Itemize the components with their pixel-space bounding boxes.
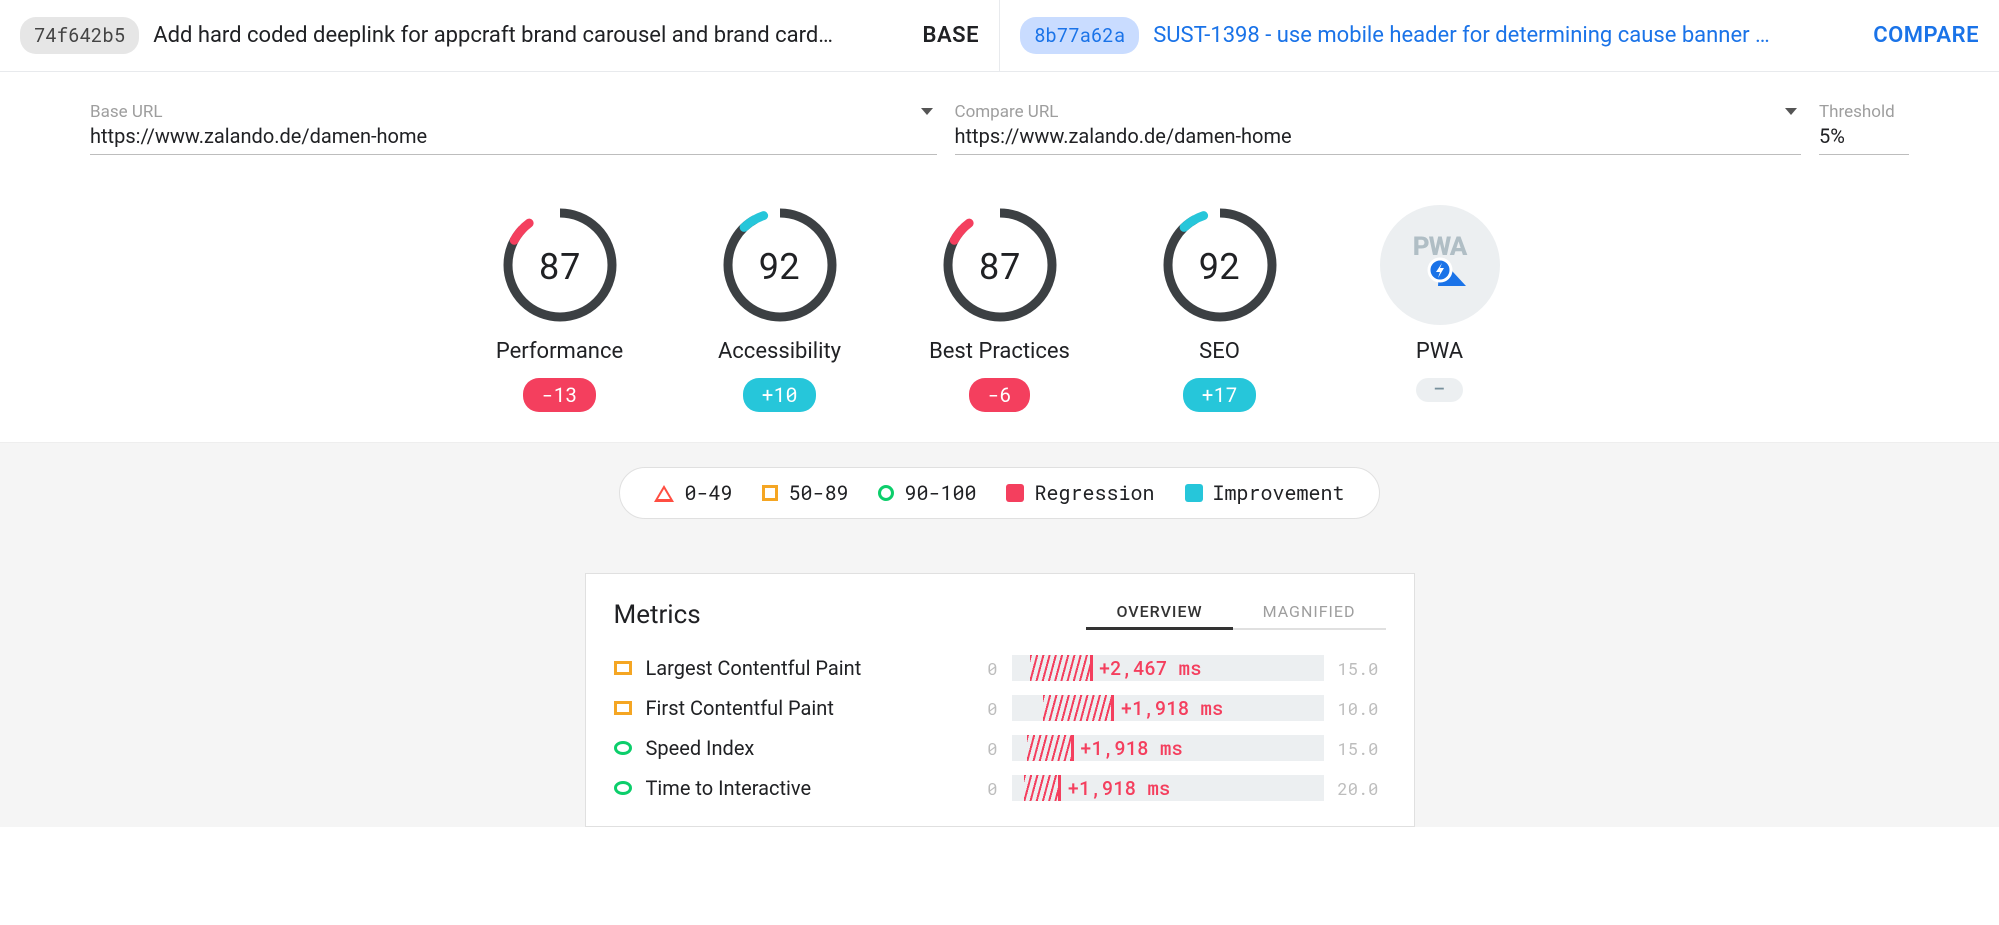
threshold-value: 5% [1819, 124, 1909, 148]
metric-min: 0 [950, 657, 998, 680]
tab-overview[interactable]: OVERVIEW [1086, 596, 1232, 630]
base-url-label: Base URL [90, 102, 937, 122]
gauge-delta: +17 [1183, 378, 1255, 412]
base-url-select[interactable]: Base URL https://www.zalando.de/damen-ho… [90, 102, 937, 155]
legend-low: 0-49 [654, 480, 732, 506]
metric-bar-fill [1024, 775, 1061, 801]
metric-name: Time to Interactive [646, 776, 936, 800]
gauge-score: 87 [940, 205, 1060, 325]
metric-max: 15.0 [1338, 737, 1386, 760]
circle-icon [614, 781, 632, 795]
threshold-label: Threshold [1819, 102, 1909, 122]
metric-min: 0 [950, 737, 998, 760]
commit-bar: 74f642b5 Add hard coded deeplink for app… [0, 0, 1999, 72]
gauge-performance: 87 Performance -13 [485, 205, 635, 412]
compare-sha-chip: 8b77a62a [1020, 17, 1139, 54]
metric-delta: +2,467 ms [1099, 655, 1202, 681]
gauge-score: 87 [500, 205, 620, 325]
circle-icon [878, 485, 894, 501]
base-sha-chip: 74f642b5 [20, 17, 139, 54]
gauge-ring: 92 [1160, 205, 1280, 325]
gauge-name: SEO [1145, 339, 1295, 364]
metric-bar-fill [1030, 655, 1092, 681]
base-commit-title: Add hard coded deeplink for appcraft bra… [153, 23, 908, 48]
tab-magnified[interactable]: MAGNIFIED [1233, 596, 1386, 630]
gauge-score: 92 [720, 205, 840, 325]
gauge-ring: 87 [940, 205, 1060, 325]
metrics-heading: Metrics [614, 600, 701, 630]
legend-regression: Regression [1006, 480, 1154, 506]
gauge-name: PWA [1365, 339, 1515, 364]
gauge-seo: 92 SEO +17 [1145, 205, 1295, 412]
score-gauges-row: 87 Performance -13 92 Accessibility +10 87… [0, 205, 1999, 412]
metric-row: Largest Contentful Paint 0 +2,467 ms 15.0 [614, 648, 1386, 688]
metric-bar: +2,467 ms [1012, 655, 1324, 681]
metric-min: 0 [950, 697, 998, 720]
chevron-down-icon [1785, 108, 1797, 115]
url-controls: Base URL https://www.zalando.de/damen-ho… [0, 72, 1999, 165]
gauge-best-practices: 87 Best Practices -6 [925, 205, 1075, 412]
gauge-delta: +10 [743, 378, 815, 412]
legend-improvement: Improvement [1185, 480, 1345, 506]
gauge-delta: -13 [523, 378, 595, 412]
metric-row: Time to Interactive 0 +1,918 ms 20.0 [614, 768, 1386, 808]
metric-rows: Largest Contentful Paint 0 +2,467 ms 15.0 Fi… [614, 648, 1386, 808]
compare-role-label[interactable]: COMPARE [1873, 23, 1979, 48]
metric-bar: +1,918 ms [1012, 695, 1324, 721]
metric-row: Speed Index 0 +1,918 ms 15.0 [614, 728, 1386, 768]
metric-max: 20.0 [1338, 777, 1386, 800]
metric-delta: +1,918 ms [1080, 735, 1183, 761]
metric-bar-fill [1027, 735, 1074, 761]
chevron-down-icon [921, 108, 933, 115]
square-icon [614, 661, 632, 675]
metric-bar-fill [1043, 695, 1115, 721]
legend-bar: 0-49 50-89 90-100 Regression Improvement [0, 442, 1999, 543]
metrics-tabs: OVERVIEW MAGNIFIED [1086, 596, 1385, 630]
gauge-ring: 87 [500, 205, 620, 325]
lighthouse-bolt-icon [1410, 238, 1470, 298]
square-icon [762, 485, 778, 501]
legend: 0-49 50-89 90-100 Regression Improvement [619, 467, 1379, 519]
metric-delta: +1,918 ms [1121, 695, 1224, 721]
metrics-panel: Metrics OVERVIEW MAGNIFIED Largest Conte… [585, 573, 1415, 827]
metric-name: First Contentful Paint [646, 696, 936, 720]
metric-row: First Contentful Paint 0 +1,918 ms 10.0 [614, 688, 1386, 728]
legend-mid: 50-89 [762, 480, 848, 506]
gauge-delta: - [1416, 378, 1462, 402]
gauge-delta: -6 [969, 378, 1029, 412]
square-icon [614, 701, 632, 715]
triangle-icon [654, 485, 674, 502]
pwa-badge-icon: PWA [1380, 205, 1500, 325]
regression-swatch-icon [1006, 484, 1024, 502]
metric-bar: +1,918 ms [1012, 735, 1324, 761]
base-role-label: BASE [923, 23, 979, 48]
metric-name: Speed Index [646, 736, 936, 760]
metric-name: Largest Contentful Paint [646, 656, 936, 680]
compare-url-label: Compare URL [955, 102, 1802, 122]
base-commit: 74f642b5 Add hard coded deeplink for app… [0, 0, 999, 71]
metric-delta: +1,918 ms [1068, 775, 1171, 801]
gauge-pwa: PWA PWA - [1365, 205, 1515, 412]
metric-max: 10.0 [1338, 697, 1386, 720]
metric-min: 0 [950, 777, 998, 800]
gauge-name: Accessibility [705, 339, 855, 364]
base-url-value: https://www.zalando.de/damen-home [90, 124, 937, 148]
legend-high: 90-100 [878, 480, 976, 506]
gauge-name: Performance [485, 339, 635, 364]
gauge-name: Best Practices [925, 339, 1075, 364]
circle-icon [614, 741, 632, 755]
improvement-swatch-icon [1185, 484, 1203, 502]
compare-commit: 8b77a62a SUST-1398 - use mobile header f… [999, 0, 1999, 71]
metric-bar: +1,918 ms [1012, 775, 1324, 801]
compare-url-select[interactable]: Compare URL https://www.zalando.de/damen… [955, 102, 1802, 155]
gauge-score: 92 [1160, 205, 1280, 325]
gauge-ring: 92 [720, 205, 840, 325]
threshold-input[interactable]: Threshold 5% [1819, 102, 1909, 155]
compare-url-value: https://www.zalando.de/damen-home [955, 124, 1802, 148]
gauge-accessibility: 92 Accessibility +10 [705, 205, 855, 412]
metric-max: 15.0 [1338, 657, 1386, 680]
compare-commit-title[interactable]: SUST-1398 - use mobile header for determ… [1153, 23, 1859, 48]
